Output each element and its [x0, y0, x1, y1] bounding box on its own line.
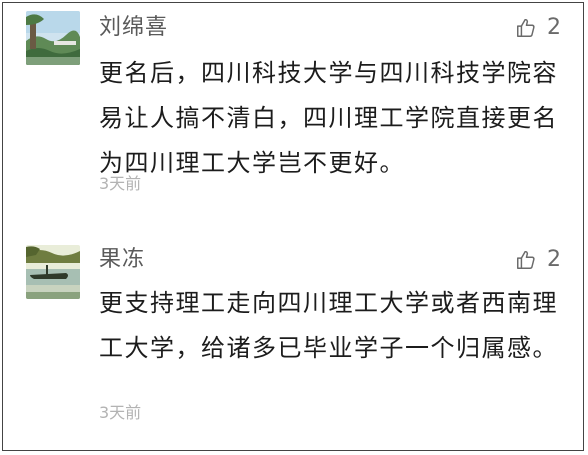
comment-text: 更支持理工走向四川理工大学或者西南理工大学，给诸多已毕业学子一个归属感。	[99, 289, 558, 362]
avatar[interactable]	[26, 11, 80, 65]
like-button[interactable]: 2	[515, 15, 561, 41]
comment-timestamp: 3天前	[99, 174, 142, 193]
like-count: 2	[547, 247, 561, 272]
like-count: 2	[547, 15, 561, 40]
thumbs-up-icon	[517, 18, 535, 37]
comment-item: 刘绵喜 2 更名后，四川科技大学与四川科技学院容易让人搞不清白，四川理工学院直接…	[3, 3, 583, 223]
comment-text: 更名后，四川科技大学与四川科技学院容易让人搞不清白，四川理工学院直接更名为四川理…	[99, 59, 558, 177]
comment-author[interactable]: 刘绵喜	[99, 15, 168, 41]
thumbs-up-icon	[517, 250, 535, 269]
boat-on-lake-photo-icon	[26, 245, 80, 299]
comment-item: 果冻 2 更支持理工走向四川理工大学或者西南理工大学，给诸多已毕业学子一个归属感…	[3, 235, 583, 445]
comment-author[interactable]: 果冻	[99, 247, 145, 273]
avatar[interactable]	[26, 245, 80, 299]
comment-timestamp: 3天前	[99, 403, 142, 422]
comment-list: 刘绵喜 2 更名后，四川科技大学与四川科技学院容易让人搞不清白，四川理工学院直接…	[2, 2, 584, 451]
landscape-photo-icon	[26, 11, 80, 65]
like-button[interactable]: 2	[515, 247, 561, 273]
